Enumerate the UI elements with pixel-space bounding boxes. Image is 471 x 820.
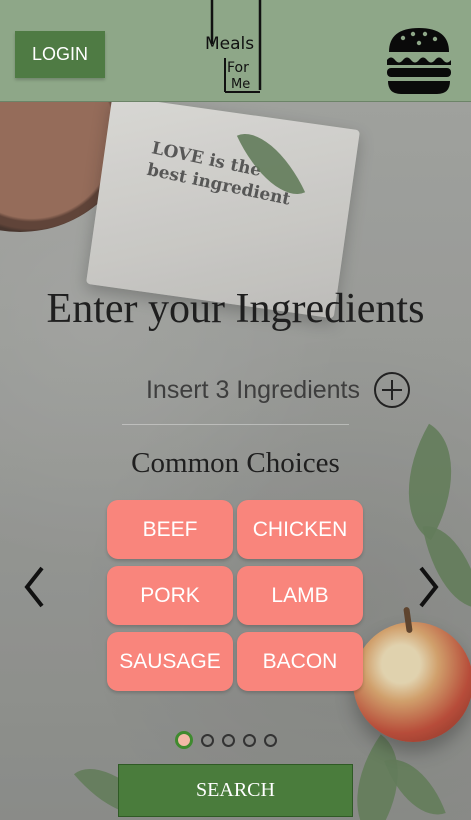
carousel-pagination [175, 730, 277, 750]
common-choices-title: Common Choices [131, 447, 340, 479]
choice-chicken[interactable]: CHICKEN [237, 500, 363, 559]
logo-text-meals: Meals [205, 34, 254, 54]
carousel-dot-2[interactable] [201, 733, 214, 747]
choice-beef[interactable]: BEEF [107, 500, 233, 559]
choice-lamb[interactable]: LAMB [237, 566, 363, 625]
choice-bacon[interactable]: BACON [237, 632, 363, 691]
ingredient-input[interactable] [120, 366, 370, 414]
logo-text-for: For [227, 60, 249, 76]
carousel-dot-4[interactable] [243, 733, 256, 747]
app-header: LOGIN Meals For Me [0, 0, 471, 102]
login-button[interactable]: LOGIN [15, 31, 105, 78]
search-button[interactable]: SEARCH [118, 764, 353, 817]
carousel-dot-5[interactable] [264, 733, 277, 747]
carousel-dot-1[interactable] [175, 731, 193, 749]
choice-pork[interactable]: PORK [107, 566, 233, 625]
common-choices-grid: BEEF CHICKEN PORK LAMB SAUSAGE BACON [107, 500, 363, 691]
page-title: Enter your Ingredients [46, 286, 425, 332]
ingredient-input-underline [122, 424, 349, 425]
plus-circle-icon[interactable] [373, 371, 411, 409]
meals-for-me-logo: Meals For Me [205, 0, 262, 93]
hamburger-menu-icon[interactable] [385, 24, 453, 97]
chevron-left-icon[interactable] [20, 562, 50, 612]
carousel-dot-3[interactable] [222, 733, 235, 747]
chevron-right-icon[interactable] [413, 562, 443, 612]
choice-sausage[interactable]: SAUSAGE [107, 632, 233, 691]
logo-text-me: Me [231, 77, 250, 92]
